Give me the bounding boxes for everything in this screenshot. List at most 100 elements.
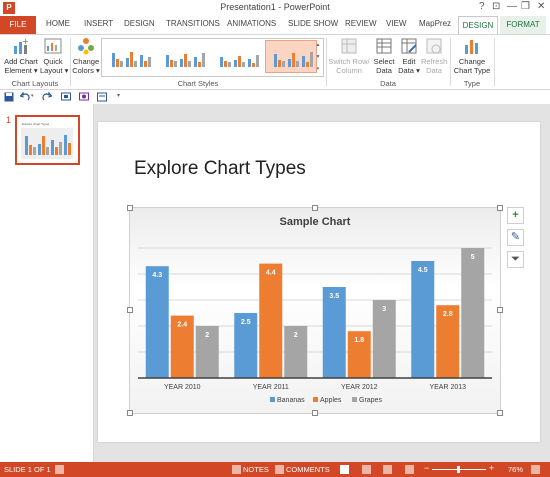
add-chart-element-button[interactable]: + Add Chart Element ▾ bbox=[2, 37, 40, 75]
chart-style-3[interactable] bbox=[212, 41, 262, 72]
group-data-label: Data bbox=[380, 79, 396, 88]
gallery-more-icon[interactable]: ▾ bbox=[314, 63, 322, 75]
chart-styles-gallery bbox=[101, 38, 324, 77]
thumbnail-number: 1 bbox=[6, 115, 12, 125]
tab-file[interactable]: FILE bbox=[0, 16, 36, 34]
bar-apples[interactable] bbox=[259, 263, 283, 378]
data-label: 2.5 bbox=[241, 319, 251, 326]
bar-grapes[interactable] bbox=[461, 248, 485, 378]
comments-icon[interactable] bbox=[275, 465, 284, 474]
notes-button[interactable]: NOTES bbox=[243, 465, 269, 474]
slide-counter: SLIDE 1 OF 1 bbox=[4, 465, 51, 474]
group-divider bbox=[70, 38, 71, 86]
chart-filters-button[interactable]: ⏷ bbox=[507, 251, 524, 268]
reading-view-icon[interactable] bbox=[383, 465, 392, 474]
group-divider bbox=[450, 38, 451, 86]
spellcheck-icon[interactable] bbox=[55, 465, 64, 474]
data-label: 2.4 bbox=[177, 322, 187, 329]
edit-data-button[interactable]: Edit Data ▾ bbox=[397, 37, 421, 75]
slide-title[interactable]: Explore Chart Types bbox=[134, 158, 306, 180]
bar-bananas[interactable] bbox=[145, 266, 169, 378]
help-icon[interactable]: ? bbox=[479, 1, 485, 12]
data-label: 2 bbox=[294, 332, 298, 339]
slide-thumbnail[interactable]: Explore Chart Types bbox=[15, 115, 80, 165]
notes-icon[interactable] bbox=[232, 465, 241, 474]
preview-icon[interactable] bbox=[79, 92, 89, 102]
quick-layout-button[interactable]: Quick Layout ▾ bbox=[40, 37, 68, 75]
resize-handle[interactable] bbox=[497, 205, 503, 211]
chart-style-2[interactable] bbox=[158, 41, 208, 72]
refresh-data-button[interactable]: Refresh Data bbox=[421, 37, 447, 75]
data-label: 3.5 bbox=[329, 293, 339, 300]
select-data-icon bbox=[376, 38, 392, 54]
zoom-in-button[interactable]: + bbox=[489, 463, 494, 473]
gallery-scroll-down-icon[interactable]: ▼ bbox=[314, 51, 322, 63]
tab-mapprez[interactable]: MapPrez bbox=[419, 19, 451, 28]
data-label: 2.8 bbox=[443, 311, 453, 318]
tab-review[interactable]: REVIEW bbox=[345, 19, 377, 28]
quick-access-toolbar: ▾ ▾ bbox=[0, 90, 550, 105]
chart-title: Sample Chart bbox=[280, 216, 351, 228]
change-chart-type-icon bbox=[465, 40, 478, 54]
tab-view[interactable]: VIEW bbox=[386, 19, 406, 28]
tab-chart-design[interactable]: DESIGN bbox=[458, 16, 498, 34]
group-divider bbox=[494, 38, 495, 86]
gallery-scroll-up-icon[interactable]: ▲ bbox=[314, 39, 322, 51]
touch-mode-icon[interactable] bbox=[97, 92, 107, 102]
zoom-out-button[interactable]: − bbox=[424, 463, 429, 473]
legend-entry: Grapes bbox=[359, 397, 382, 404]
undo-icon[interactable] bbox=[20, 92, 30, 102]
resize-handle[interactable] bbox=[312, 410, 318, 416]
undo-dropdown-icon[interactable]: ▾ bbox=[31, 93, 34, 99]
fit-slide-icon[interactable] bbox=[531, 465, 540, 474]
comments-button[interactable]: COMMENTS bbox=[286, 465, 330, 474]
customize-qat-icon[interactable]: ▾ bbox=[117, 92, 120, 99]
tab-slideshow[interactable]: SLIDE SHOW bbox=[288, 19, 338, 28]
change-colors-button[interactable]: Change Colors ▾ bbox=[72, 37, 100, 75]
group-divider bbox=[326, 38, 327, 86]
tab-chart-format[interactable]: FORMAT bbox=[500, 16, 546, 34]
bar-bananas[interactable] bbox=[322, 287, 346, 378]
legend-swatch bbox=[313, 397, 318, 402]
zoom-level[interactable]: 76% bbox=[508, 465, 523, 474]
tab-transitions[interactable]: TRANSITIONS bbox=[166, 19, 220, 28]
thumbnail-title: Explore Chart Types bbox=[22, 122, 50, 126]
chart-area[interactable]: Sample Chart 4.3 2.4 2 YEAR 2010 2.5 4.4 2 YEAR… bbox=[129, 207, 501, 414]
tab-home[interactable]: HOME bbox=[46, 19, 70, 28]
select-data-button[interactable]: Select Data bbox=[371, 37, 397, 75]
ribbon: + Add Chart Element ▾ Quick Layout ▾ Cha… bbox=[0, 34, 550, 90]
resize-handle[interactable] bbox=[127, 307, 133, 313]
chart-styles-brush-button[interactable]: ✎ bbox=[507, 229, 524, 246]
chart-elements-button[interactable]: + bbox=[507, 207, 524, 224]
zoom-slider-thumb[interactable] bbox=[457, 466, 460, 473]
minimize-button[interactable]: — bbox=[507, 1, 517, 12]
resize-handle[interactable] bbox=[497, 410, 503, 416]
slide-sorter-icon[interactable] bbox=[362, 465, 371, 474]
restore-button[interactable]: ❐ bbox=[521, 1, 530, 12]
chart-style-1[interactable] bbox=[104, 41, 154, 72]
data-label: 4.4 bbox=[266, 270, 276, 277]
resize-handle[interactable] bbox=[312, 205, 318, 211]
bar-bananas[interactable] bbox=[411, 261, 435, 378]
ribbon-display-icon[interactable]: ⊡ bbox=[492, 1, 500, 12]
tab-animations[interactable]: ANIMATIONS bbox=[227, 19, 276, 28]
edit-data-label: Edit Data ▾ bbox=[398, 57, 420, 75]
switch-row-column-button[interactable]: Switch Row/ Column bbox=[328, 37, 370, 75]
tab-design[interactable]: DESIGN bbox=[124, 19, 155, 28]
edit-data-icon bbox=[401, 38, 417, 54]
close-button[interactable]: ✕ bbox=[537, 1, 545, 12]
slideshow-view-icon[interactable] bbox=[405, 465, 414, 474]
resize-handle[interactable] bbox=[497, 307, 503, 313]
normal-view-icon[interactable] bbox=[340, 465, 349, 474]
legend-swatch bbox=[352, 397, 357, 402]
redo-icon[interactable] bbox=[42, 92, 52, 102]
resize-handle[interactable] bbox=[127, 410, 133, 416]
save-icon[interactable] bbox=[4, 92, 14, 102]
chart-style-selected[interactable] bbox=[265, 40, 317, 73]
resize-handle[interactable] bbox=[127, 205, 133, 211]
start-slideshow-icon[interactable] bbox=[61, 92, 71, 102]
group-type-label: Type bbox=[463, 79, 481, 88]
data-label: 5 bbox=[471, 254, 475, 261]
change-chart-type-button[interactable]: Change Chart Type bbox=[452, 37, 492, 75]
tab-insert[interactable]: INSERT bbox=[84, 19, 113, 28]
